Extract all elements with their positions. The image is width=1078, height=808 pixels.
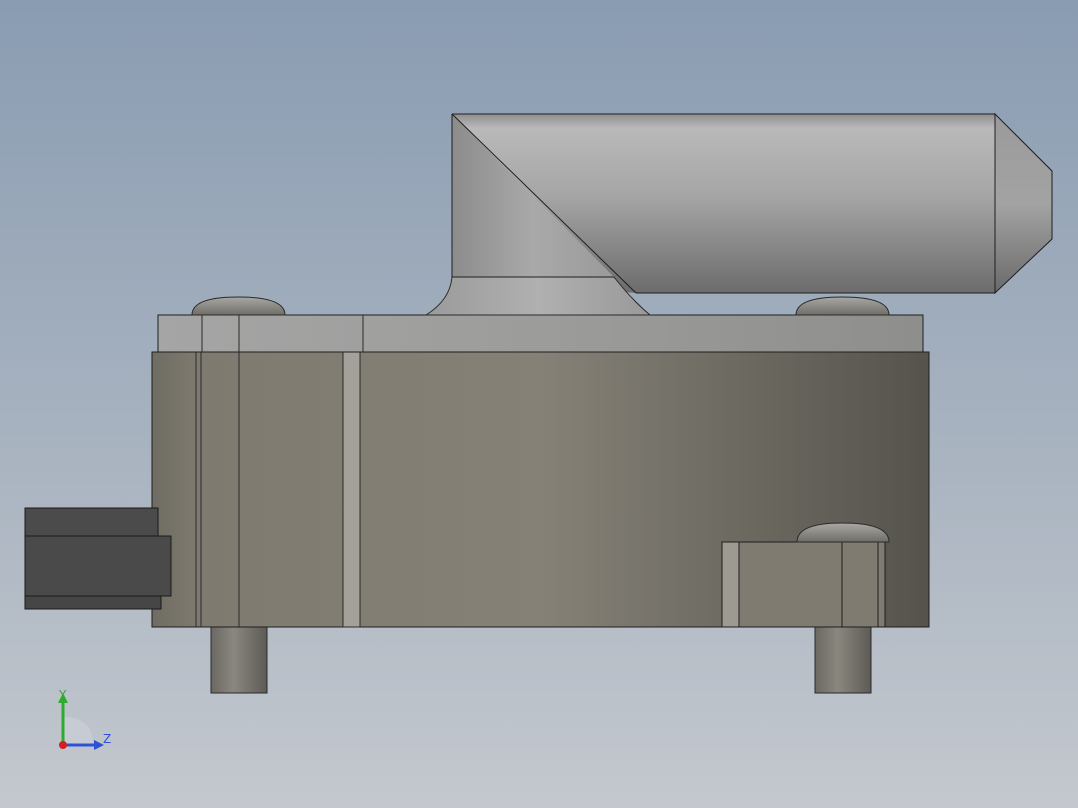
triad-plane-quadrant [63,717,93,745]
nozzle-tip[interactable] [994,112,1053,295]
z-axis-label: Z [103,732,112,746]
model-view[interactable] [0,0,1078,808]
bottom-post-left[interactable] [210,625,268,694]
mount-screw-left[interactable] [191,296,286,316]
x-axis-origin-dot [59,741,67,749]
top-plate[interactable] [157,314,924,353]
y-axis-label: Y [59,688,67,702]
side-bracket[interactable] [721,541,886,628]
mount-screw-right[interactable] [795,296,890,316]
bottom-post-right[interactable] [814,625,872,694]
cad-viewport[interactable]: Y Z [0,0,1078,808]
side-connector[interactable] [24,507,172,610]
elbow-nozzle[interactable] [424,113,996,316]
